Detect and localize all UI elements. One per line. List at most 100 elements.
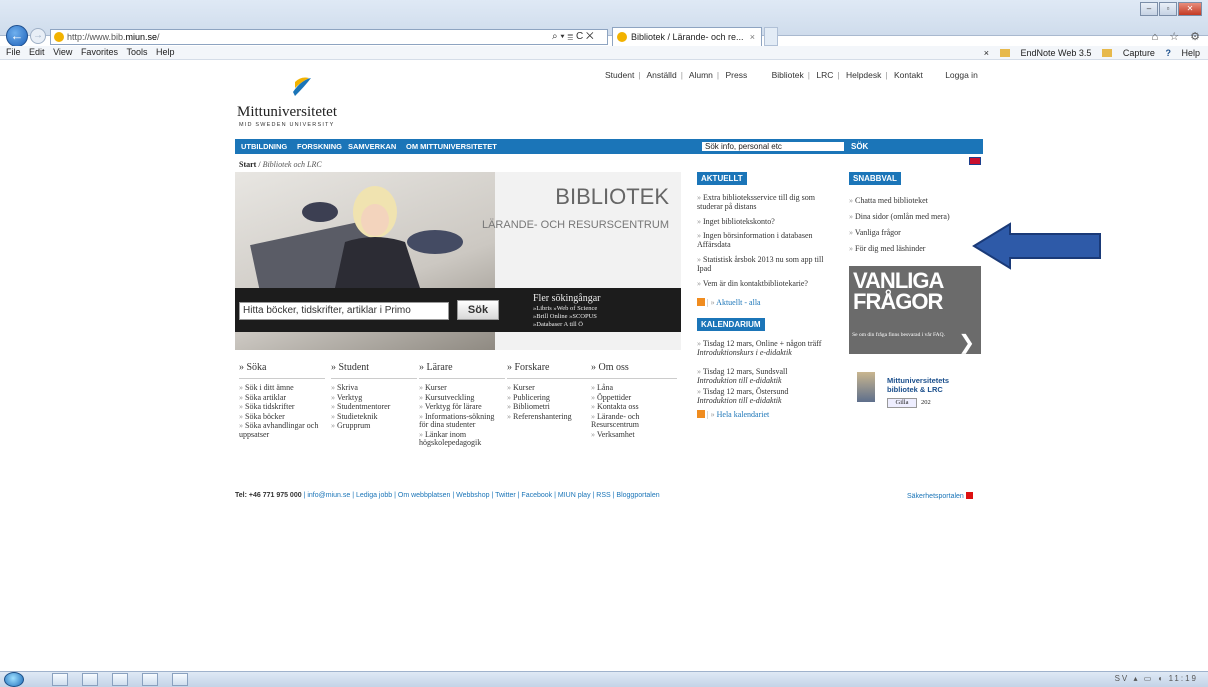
address-tools[interactable]: ⌕ ▾ ≣ C ✕ — [552, 29, 608, 45]
toplink-lrc[interactable]: LRC — [816, 70, 833, 80]
menu-tools[interactable]: Tools — [126, 46, 147, 59]
column-link[interactable]: » Lärande- och Resurscentrum — [591, 412, 677, 430]
english-flag-icon[interactable] — [969, 157, 981, 165]
toplink-anstalld[interactable]: Anställd — [646, 70, 676, 80]
back-arrow-icon[interactable]: ← — [6, 25, 28, 47]
more-search-link[interactable]: »Libris »Web of Science — [533, 305, 601, 313]
menu-file[interactable]: File — [6, 46, 21, 59]
taskbar-app-icon[interactable] — [112, 673, 128, 686]
column-heading[interactable]: » Lärare — [419, 362, 505, 376]
more-search-link[interactable]: »Databaser A till Ö — [533, 321, 601, 329]
menu-edit[interactable]: Edit — [29, 46, 45, 59]
news-item[interactable]: » Vem är din kontaktbibliotekarie? — [697, 279, 837, 289]
column-link[interactable]: » Kursutveckling — [419, 393, 505, 403]
login-link[interactable]: Logga in — [945, 70, 978, 80]
rss-icon[interactable] — [697, 298, 705, 306]
toplink-student[interactable]: Student — [605, 70, 634, 80]
column-link[interactable]: » Kurser — [419, 383, 505, 393]
column-link[interactable]: » Länkar inom högskolepedagogik — [419, 430, 505, 448]
calendar-item[interactable]: » Tisdag 12 mars, Östersund Introduktion … — [697, 387, 837, 405]
news-item[interactable]: » Statistisk årsbok 2013 nu som app till… — [697, 255, 837, 273]
column-link[interactable]: » Sök i ditt ämne — [239, 383, 325, 393]
address-bar[interactable]: http://www.bib.miun.se/ — [50, 29, 608, 45]
footer-link[interactable]: RSS — [596, 492, 610, 499]
nav-utbildning[interactable]: UTBILDNING — [241, 139, 287, 154]
footer-link[interactable]: Bloggportalen — [616, 492, 659, 499]
taskbar-word-icon[interactable] — [142, 673, 158, 686]
column-link[interactable]: » Kontakta oss — [591, 402, 677, 412]
minimize-button[interactable]: – — [1140, 2, 1158, 16]
footer-link[interactable]: Twitter — [495, 492, 516, 499]
toplink-bibliotek[interactable]: Bibliotek — [772, 70, 804, 80]
maximize-button[interactable]: ▫ — [1159, 2, 1177, 16]
breadcrumb-start[interactable]: Start — [239, 160, 256, 169]
toplink-alumn[interactable]: Alumn — [689, 70, 713, 80]
news-item[interactable]: » Ingen börsinformation i databasen Affä… — [697, 231, 837, 249]
column-link[interactable]: » Studieteknik — [331, 412, 417, 422]
footer-link[interactable]: Webbshop — [456, 492, 489, 499]
column-heading[interactable]: » Om oss — [591, 362, 677, 376]
menu-favorites[interactable]: Favorites — [81, 46, 118, 59]
column-link[interactable]: » Bibliometri — [507, 402, 593, 412]
news-item[interactable]: » Inget bibliotekskonto? — [697, 217, 837, 227]
fav-capture[interactable]: Capture — [1101, 48, 1155, 58]
column-link[interactable]: » Publicering — [507, 393, 593, 403]
column-link[interactable]: » Verksamhet — [591, 430, 677, 440]
taskbar-browser-icon[interactable] — [172, 673, 188, 686]
column-link[interactable]: » Studentmentorer — [331, 402, 417, 412]
footer-link[interactable]: info@miun.se — [307, 492, 350, 499]
column-heading[interactable]: » Forskare — [507, 362, 593, 376]
site-logo[interactable]: Mittuniversitetet MID SWEDEN UNIVERSITY — [237, 72, 357, 132]
quick-link[interactable]: » Vanliga frågor — [849, 228, 901, 237]
faq-banner[interactable]: VANLIGA FRÅGOR Se om din fråga finns besv… — [849, 266, 981, 354]
browser-toolbar-icons[interactable]: ⌂ ☆ ⚙ — [1152, 30, 1204, 43]
taskbar-explorer-icon[interactable] — [82, 673, 98, 686]
column-link[interactable]: » Söka tidskrifter — [239, 402, 325, 412]
kalendarium-more[interactable]: | » Hela kalendariet — [697, 410, 837, 420]
quick-link[interactable]: » För dig med läshinder — [849, 244, 925, 253]
tab-close-icon[interactable]: × — [750, 28, 755, 46]
column-link[interactable]: » Söka artiklar — [239, 393, 325, 403]
column-heading[interactable]: » Student — [331, 362, 417, 376]
calendar-item[interactable]: » Tisdag 12 mars, Online + någon träff In… — [697, 339, 837, 357]
column-link[interactable]: » Kurser — [507, 383, 593, 393]
footer-link[interactable]: MIUN play — [558, 492, 591, 499]
facebook-like-button[interactable]: Gilla — [887, 398, 917, 408]
column-link[interactable]: » Verktyg — [331, 393, 417, 403]
column-link[interactable]: » Verktyg för lärare — [419, 402, 505, 412]
browser-tab[interactable]: Bibliotek / Lärande- och re... × — [612, 27, 762, 46]
footer-link[interactable]: Facebook — [521, 492, 552, 499]
fav-endnote[interactable]: EndNote Web 3.5 — [999, 48, 1091, 58]
quick-link[interactable]: » Chatta med biblioteket — [849, 196, 928, 205]
forward-arrow-icon[interactable]: → — [30, 28, 46, 44]
primo-search-input[interactable]: Hitta böcker, tidskrifter, artiklar i Pr… — [239, 302, 449, 320]
primo-search-button[interactable]: Sök — [457, 300, 499, 320]
fav-help[interactable]: ? Help — [1165, 48, 1200, 58]
close-window-button[interactable]: ✕ — [1178, 2, 1202, 16]
toplink-helpdesk[interactable]: Helpdesk — [846, 70, 881, 80]
taskbar-ie-icon[interactable] — [52, 673, 68, 686]
news-item[interactable]: » Extra biblioteksservice till dig som s… — [697, 193, 837, 211]
column-link[interactable]: » Låna — [591, 383, 677, 393]
system-tray[interactable]: SV ▴ ▭ ◖ 11:19 — [1115, 674, 1198, 683]
nav-om-mittuniversitetet[interactable]: OM MITTUNIVERSITETET — [406, 139, 497, 154]
aktuellt-more[interactable]: | » Aktuellt - alla — [697, 298, 837, 308]
footer-link[interactable]: Om webbplatsen — [398, 492, 451, 499]
quick-link[interactable]: » Dina sidor (omlån med mera) — [849, 212, 950, 221]
new-tab-button[interactable] — [764, 27, 778, 46]
start-button-icon[interactable] — [4, 672, 24, 687]
column-link[interactable]: » Söka avhandlingar och uppsatser — [239, 421, 325, 439]
toplink-press[interactable]: Press — [726, 70, 748, 80]
column-heading[interactable]: » Söka — [239, 362, 325, 376]
calendar-item[interactable]: » Tisdag 12 mars, Sundsvall Introduktion … — [697, 367, 837, 385]
site-search-button[interactable]: SÖK — [851, 139, 868, 154]
footer-link[interactable]: Lediga jobb — [356, 492, 392, 499]
column-link[interactable]: » Öppettider — [591, 393, 677, 403]
column-link[interactable]: » Referenshantering — [507, 412, 593, 422]
nav-samverkan[interactable]: SAMVERKAN — [348, 139, 396, 154]
favorites-close[interactable]: × — [984, 48, 989, 58]
column-link[interactable]: » Grupprum — [331, 421, 417, 431]
menu-view[interactable]: View — [53, 46, 72, 59]
more-search-link[interactable]: »Brill Online »SCOPUS — [533, 313, 601, 321]
sakerhetsportalen-link[interactable]: Säkerhetsportalen — [907, 492, 973, 500]
